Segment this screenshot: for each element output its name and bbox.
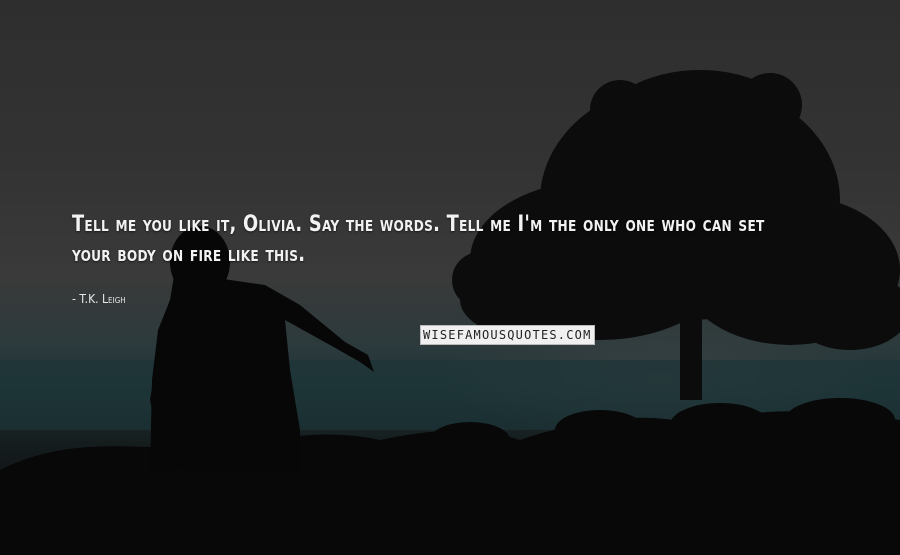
site-watermark: WISEFAMOUSQUOTES.COM	[420, 325, 595, 345]
quote-author: - T.K. Leigh	[72, 292, 126, 306]
quote-text: Tell me you like it, Olivia. Say the wor…	[72, 212, 765, 267]
background-image	[0, 70, 900, 555]
quote-scene: Tell me you like it, Olivia. Say the wor…	[0, 0, 900, 555]
